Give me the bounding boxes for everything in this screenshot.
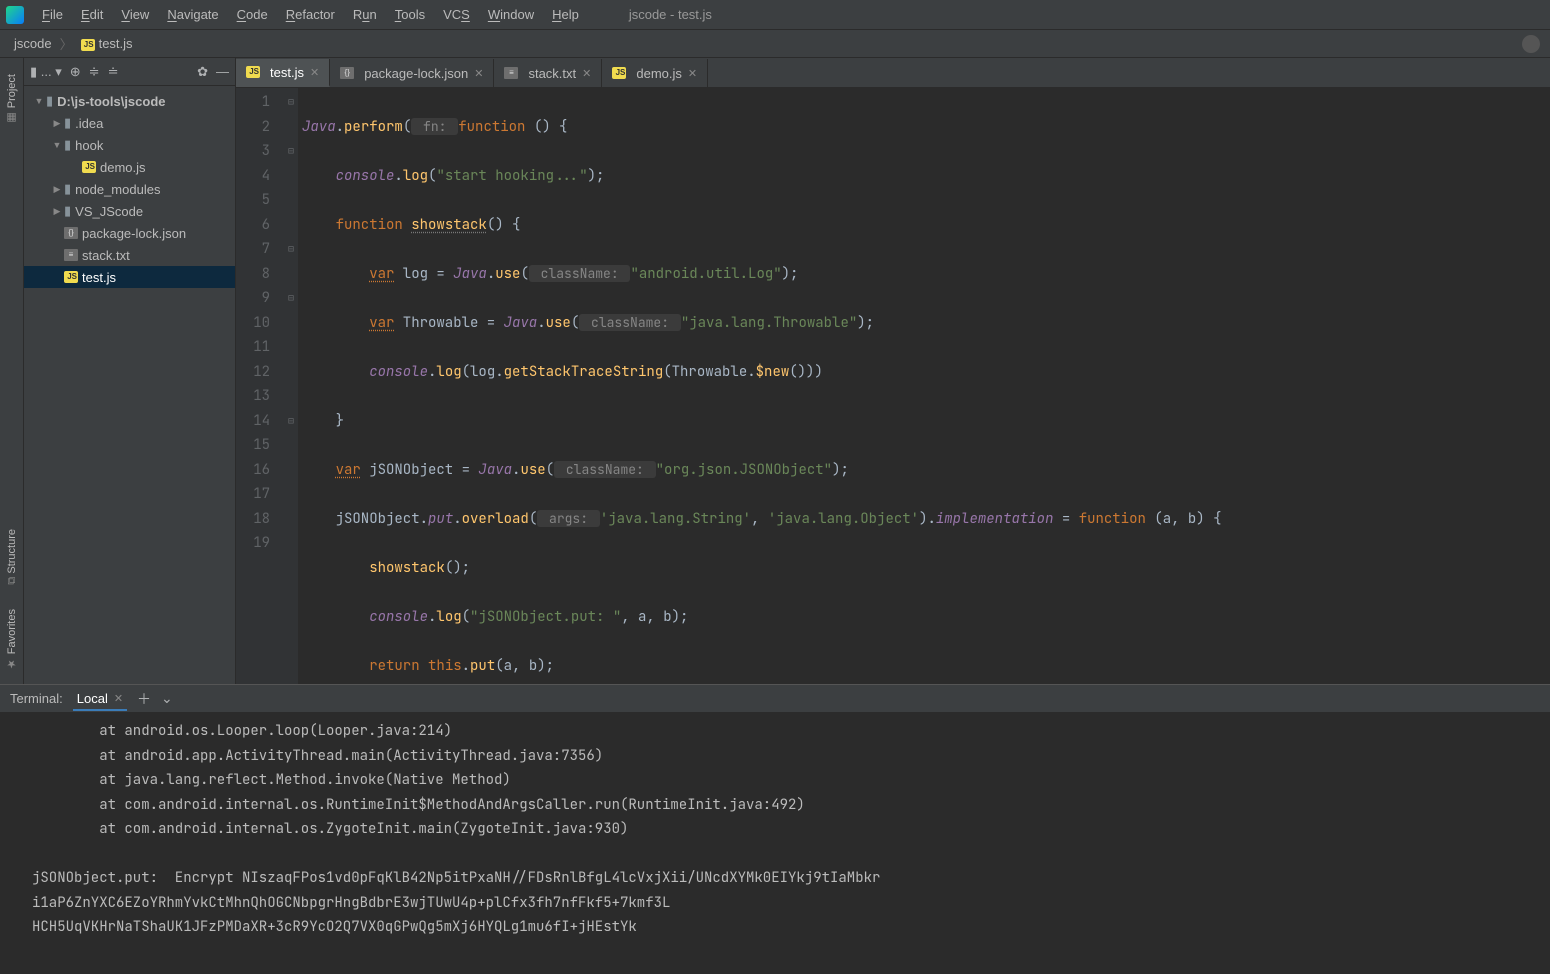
js-icon: JS <box>612 67 626 79</box>
menu-tools[interactable]: Tools <box>387 5 433 24</box>
terminal-output[interactable]: at android.os.Looper.loop(Looper.java:21… <box>0 713 1550 974</box>
menu-refactor[interactable]: Refactor <box>278 5 343 24</box>
folder-icon: ▮ <box>46 93 53 109</box>
tab-demo-js[interactable]: JSdemo.js✕ <box>602 59 708 87</box>
chevron-down-icon[interactable]: ⌄ <box>161 690 173 707</box>
tree-folder-node-modules[interactable]: ▶▮node_modules <box>24 178 235 200</box>
tree-root[interactable]: ▼▮D:\js-tools\jscode <box>24 90 235 112</box>
menu-run[interactable]: Run <box>345 5 385 24</box>
avatar-icon[interactable] <box>1522 35 1540 53</box>
terminal-tool-window: Terminal: Local✕ ＋ ⌄ at android.os.Loope… <box>0 684 1550 974</box>
app-icon <box>6 6 24 24</box>
close-icon[interactable]: ✕ <box>582 67 591 80</box>
menu-vcs[interactable]: VCS <box>435 5 478 24</box>
line-number-gutter: 12345678910111213141516171819 <box>236 88 284 684</box>
tree-file-package-lock[interactable]: {}package-lock.json <box>24 222 235 244</box>
folder-icon: ▮ <box>64 137 71 153</box>
close-icon[interactable]: ✕ <box>114 692 123 705</box>
txt-icon: ≡ <box>64 249 78 261</box>
chevron-right-icon: 〉 <box>60 34 73 53</box>
hide-icon[interactable]: — <box>216 64 229 79</box>
tool-tab-structure[interactable]: ⧉ Structure <box>4 519 20 599</box>
breadcrumb-file[interactable]: JStest.js <box>77 34 137 53</box>
project-view-dropdown[interactable]: ▮ ... ▾ <box>30 64 62 80</box>
tree-folder-vs-jscode[interactable]: ▶▮VS_JScode <box>24 200 235 222</box>
tool-tab-project[interactable]: ▦ Project <box>3 64 20 138</box>
js-icon: JS <box>246 66 260 78</box>
menu-view[interactable]: View <box>113 5 157 24</box>
json-icon: {} <box>64 227 78 239</box>
js-icon: JS <box>82 161 96 173</box>
menu-file[interactable]: File <box>34 5 71 24</box>
settings-icon[interactable]: ✿ <box>197 64 208 80</box>
tool-tab-favorites[interactable]: ★ Favorites <box>3 599 20 684</box>
menu-window[interactable]: Window <box>480 5 542 24</box>
main-menu-bar: File Edit View Navigate Code Refactor Ru… <box>0 0 1550 30</box>
close-icon[interactable]: ✕ <box>474 67 483 80</box>
terminal-header: Terminal: Local✕ ＋ ⌄ <box>0 685 1550 713</box>
locate-icon[interactable]: ⊕ <box>70 64 81 80</box>
menu-edit[interactable]: Edit <box>73 5 111 24</box>
tab-test-js[interactable]: JStest.js✕ <box>236 59 330 87</box>
tree-file-demo[interactable]: JSdemo.js <box>24 156 235 178</box>
terminal-tab-local[interactable]: Local✕ <box>73 687 127 711</box>
folder-icon: ▮ <box>64 115 71 131</box>
tree-file-test-js[interactable]: JStest.js <box>24 266 235 288</box>
tree-folder-idea[interactable]: ▶▮.idea <box>24 112 235 134</box>
close-icon[interactable]: ✕ <box>688 67 697 80</box>
tab-package-lock[interactable]: {}package-lock.json✕ <box>330 59 494 87</box>
terminal-title: Terminal: <box>10 691 63 706</box>
json-icon: {} <box>340 67 354 79</box>
code-editor[interactable]: 12345678910111213141516171819 ⊟⊟⊟⊟⊟ Java… <box>236 88 1550 684</box>
js-icon: JS <box>81 39 95 51</box>
fold-gutter[interactable]: ⊟⊟⊟⊟⊟ <box>284 88 298 684</box>
collapse-all-icon[interactable]: ≐ <box>108 64 119 80</box>
project-tree[interactable]: ▼▮D:\js-tools\jscode ▶▮.idea ▼▮hook JSde… <box>24 86 235 292</box>
editor-area: JStest.js✕ {}package-lock.json✕ ≡stack.t… <box>236 58 1550 684</box>
tree-file-stack-txt[interactable]: ≡stack.txt <box>24 244 235 266</box>
close-icon[interactable]: ✕ <box>310 66 319 79</box>
code-source[interactable]: Java.perform( fn: function () { console.… <box>298 88 1550 684</box>
folder-icon: ▮ <box>64 203 71 219</box>
tab-stack-txt[interactable]: ≡stack.txt✕ <box>494 59 602 87</box>
new-terminal-button[interactable]: ＋ <box>137 689 151 709</box>
expand-all-icon[interactable]: ≑ <box>89 64 100 80</box>
menu-code[interactable]: Code <box>229 5 276 24</box>
window-title: jscode - test.js <box>629 7 712 22</box>
project-tool-window: ▮ ... ▾ ⊕ ≑ ≐ ✿ — ▼▮D:\js-tools\jscode ▶… <box>24 58 236 684</box>
project-toolbar: ▮ ... ▾ ⊕ ≑ ≐ ✿ — <box>24 58 235 86</box>
folder-icon: ▮ <box>64 181 71 197</box>
breadcrumb-root[interactable]: jscode <box>10 34 56 53</box>
navigation-bar: jscode 〉 JStest.js <box>0 30 1550 58</box>
menu-navigate[interactable]: Navigate <box>159 5 226 24</box>
txt-icon: ≡ <box>504 67 518 79</box>
js-icon: JS <box>64 271 78 283</box>
menu-help[interactable]: Help <box>544 5 587 24</box>
tree-folder-hook[interactable]: ▼▮hook <box>24 134 235 156</box>
editor-tabs: JStest.js✕ {}package-lock.json✕ ≡stack.t… <box>236 58 1550 88</box>
left-tool-stripe: ▦ Project ⧉ Structure ★ Favorites <box>0 58 24 684</box>
